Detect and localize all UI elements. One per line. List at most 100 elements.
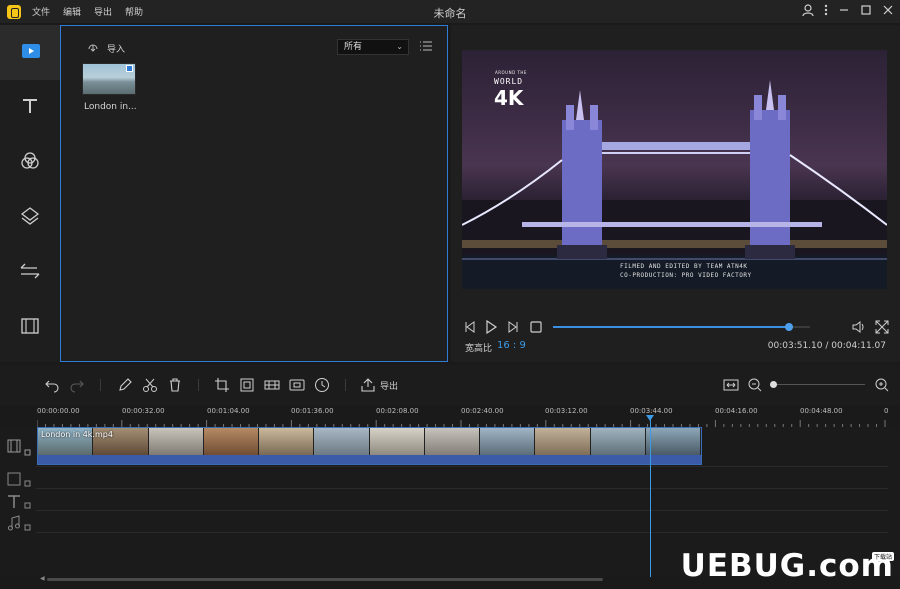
- aspect-ratio-label: 宽高比: [465, 344, 493, 354]
- clip-label: London in 4k.mp4: [41, 430, 113, 439]
- snapshot-icon[interactable]: [289, 377, 305, 393]
- preview-panel: AROUND THE WORLD 4K FILMED AND EDITED BY…: [451, 25, 900, 362]
- video-credit-line-2: CO-PRODUCTION: PRO VIDEO FACTORY: [620, 272, 752, 279]
- edit-icon[interactable]: [117, 377, 133, 393]
- checkbox-icon: [126, 65, 133, 72]
- export-icon[interactable]: [360, 377, 376, 393]
- volume-icon[interactable]: [852, 320, 866, 334]
- playback-timecode: 00:03:51.10 / 00:04:11.07: [767, 341, 886, 351]
- more-icon[interactable]: [818, 3, 834, 19]
- video-clip[interactable]: London in 4k.mp4: [37, 427, 702, 465]
- aspect-ratio-value[interactable]: 16 : 9: [497, 340, 526, 351]
- close-icon[interactable]: [880, 3, 896, 19]
- ruler-label: 00:04:16.00: [715, 407, 758, 415]
- menu-help[interactable]: 帮助: [125, 5, 143, 18]
- cut-icon[interactable]: [142, 377, 158, 393]
- user-icon[interactable]: [800, 3, 816, 19]
- ruler-label: 00:01:36.00: [291, 407, 334, 415]
- crop-icon[interactable]: [214, 377, 230, 393]
- tab-overlays[interactable]: [0, 190, 60, 245]
- chevron-down-icon: ⌄: [396, 42, 403, 51]
- player-controls: [463, 319, 889, 336]
- watermark-text: UEBUG.com: [680, 548, 894, 584]
- playhead[interactable]: [650, 417, 651, 577]
- import-icon: [87, 41, 99, 56]
- clip-frame: [369, 428, 425, 455]
- title-bar: 文件 编辑 导出 帮助 未命名: [0, 0, 900, 23]
- delete-icon[interactable]: [167, 377, 183, 393]
- overlay-track-icon: [7, 472, 31, 487]
- prev-frame-icon[interactable]: [463, 320, 477, 334]
- zoom-slider-knob[interactable]: [770, 381, 777, 388]
- video-logo-tagline: AROUND THE: [495, 70, 527, 75]
- tab-text[interactable]: [0, 80, 60, 135]
- zoom-in-icon[interactable]: [874, 377, 890, 393]
- ruler-label: 00:03:44.00: [630, 407, 673, 415]
- media-item-label: London in...: [84, 102, 137, 112]
- clip-frame: [148, 428, 204, 455]
- mosaic-icon[interactable]: [239, 377, 255, 393]
- ruler-label: 00:00:32.00: [122, 407, 165, 415]
- video-preview: AROUND THE WORLD 4K FILMED AND EDITED BY…: [462, 50, 887, 289]
- menu-edit[interactable]: 编辑: [63, 5, 81, 18]
- clip-frame: [590, 428, 646, 455]
- media-filter-select[interactable]: 所有 ⌄: [337, 39, 409, 55]
- text-track[interactable]: [36, 489, 888, 511]
- video-logo-world: WORLD: [494, 77, 524, 86]
- text-icon: [20, 96, 40, 119]
- video-track[interactable]: London in 4k.mp4: [36, 427, 888, 467]
- duration-icon[interactable]: [314, 377, 330, 393]
- video-track-icon: [7, 439, 31, 456]
- ruler-label: 00:03:12.00: [545, 407, 588, 415]
- menu-export[interactable]: 导出: [94, 5, 112, 18]
- ruler-label: 00:02:40.00: [461, 407, 504, 415]
- zoom-slider[interactable]: [773, 384, 865, 385]
- progress-fill: [553, 326, 790, 328]
- clip-thumbnails: [38, 428, 701, 455]
- minimize-icon[interactable]: [836, 3, 852, 19]
- fit-icon[interactable]: [723, 377, 739, 393]
- undo-icon[interactable]: [44, 377, 60, 393]
- scroll-left-icon[interactable]: ◀: [40, 575, 45, 582]
- tab-filters[interactable]: [0, 135, 60, 190]
- media-icon: [21, 43, 41, 62]
- play-icon[interactable]: [484, 319, 498, 335]
- stop-icon[interactable]: [529, 320, 543, 334]
- overlay-track[interactable]: [36, 467, 888, 489]
- video-logo-4k: 4K: [494, 86, 524, 110]
- list-view-icon[interactable]: [419, 39, 433, 53]
- export-button-label[interactable]: 导出: [380, 379, 398, 392]
- progress-knob[interactable]: [785, 323, 794, 331]
- clip-frame: [535, 428, 591, 455]
- clip-frame: [314, 428, 370, 455]
- import-button[interactable]: 导入: [87, 41, 125, 56]
- maximize-icon[interactable]: [858, 3, 874, 19]
- clip-frame: [259, 428, 315, 455]
- media-thumbnail[interactable]: [82, 63, 136, 95]
- freeze-icon[interactable]: [264, 377, 280, 393]
- watermark-badge: 下载站: [871, 552, 894, 561]
- zoom-out-icon[interactable]: [747, 377, 763, 393]
- menu-file[interactable]: 文件: [32, 5, 50, 18]
- site-watermark: UEBUG.com 下载站: [681, 548, 894, 584]
- redo-icon[interactable]: [69, 377, 85, 393]
- timeline-toolbar: 导出: [0, 365, 900, 405]
- next-frame-icon[interactable]: [506, 320, 520, 334]
- sidebar: [0, 25, 60, 362]
- fullscreen-icon[interactable]: [875, 320, 889, 334]
- tab-elements[interactable]: [0, 300, 60, 355]
- import-label: 导入: [107, 45, 126, 55]
- overlays-icon: [20, 206, 40, 229]
- clip-frame: [424, 428, 480, 455]
- tab-transitions[interactable]: [0, 245, 60, 300]
- music-track[interactable]: [36, 511, 888, 533]
- transitions-icon: [19, 262, 41, 283]
- logo-icon: [7, 4, 21, 19]
- ruler-label: 00:00:00.00: [37, 407, 80, 415]
- timeline-ruler[interactable]: 00:00:00.00 00:00:32.00 00:01:04.00 00:0…: [0, 405, 900, 428]
- tab-media[interactable]: [0, 25, 60, 80]
- ruler-label: 00:04:48.00: [800, 407, 843, 415]
- ruler-label: 00:02:08.00: [376, 407, 419, 415]
- timeline-horizontal-scrollbar[interactable]: [47, 578, 603, 581]
- playback-progress-bar[interactable]: [553, 323, 810, 331]
